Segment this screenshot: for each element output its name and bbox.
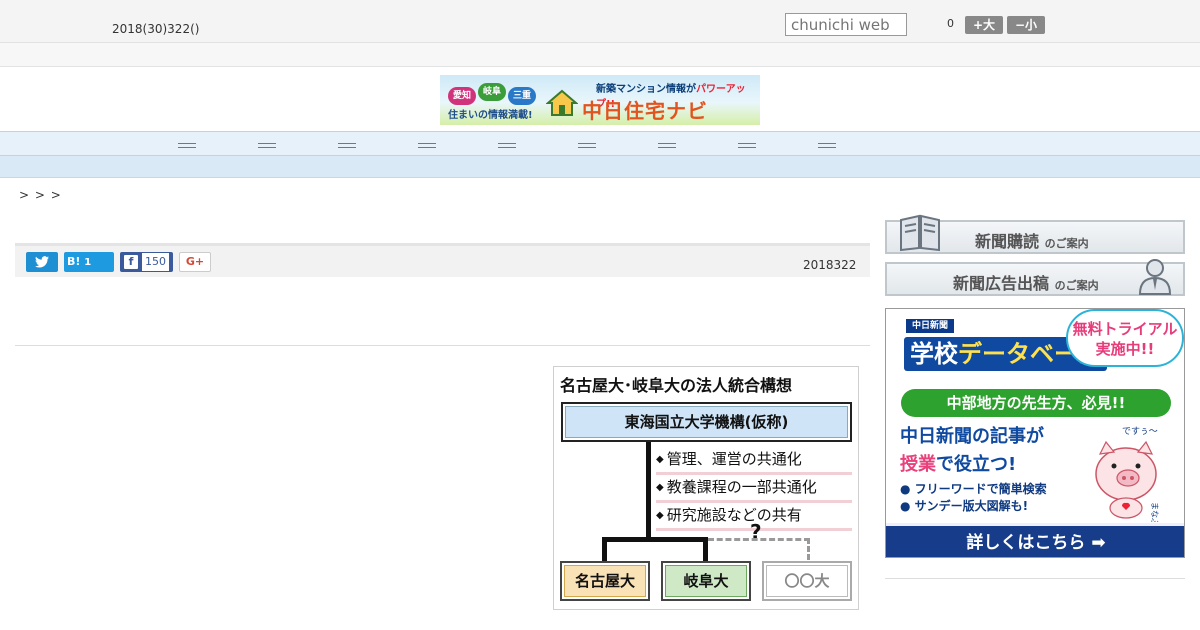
- ad-body: 中日新聞の記事が 授業で役立つ!: [900, 426, 1044, 475]
- nav-item-1[interactable]: [178, 136, 202, 150]
- nav-item-4[interactable]: [418, 136, 442, 150]
- hatena-bookmark-button[interactable]: B! 1: [64, 252, 114, 272]
- ad-subtitle: 中部地方の先生方、必見!!: [901, 389, 1171, 417]
- header-date: 2018(30)322(): [112, 22, 200, 36]
- banner-pref-gifu: 岐阜: [478, 83, 506, 101]
- figure-branch-leg: [602, 537, 607, 561]
- facebook-share-button[interactable]: f 150: [120, 252, 173, 272]
- divider: [15, 345, 870, 346]
- figure-bullet: 管理、運営の共通化: [656, 447, 852, 475]
- top-bar: 2018(30)322() 0 +大 −小: [0, 0, 1200, 43]
- nav-item-3[interactable]: [338, 136, 362, 150]
- sidebar-divider: [885, 578, 1185, 579]
- ad-trial-badge: 無料トライアル 実施中!!: [1066, 309, 1184, 367]
- businessman-icon: [1138, 259, 1172, 295]
- figure-member-nagoya: 名古屋大: [560, 561, 650, 601]
- share-bar: B! 1 f 150 G+ 2018322: [15, 243, 870, 277]
- banner-title: 中日住宅ナビ: [582, 99, 708, 123]
- banner-pref-mie: 三重: [508, 87, 536, 105]
- ad-details-button[interactable]: 詳しくはこちら ➡: [886, 523, 1184, 557]
- nav-item-7[interactable]: [658, 136, 682, 150]
- housing-navi-banner[interactable]: 愛知 岐阜 三重 住まいの情報満載! 新築マンション情報がパワーアップ!! 中日…: [440, 75, 760, 125]
- article-figure: 名古屋大･岐阜大の法人統合構想 東海国立大学機構(仮称) 管理、運営の共通化 教…: [553, 366, 859, 610]
- svg-text:ですぅ〜: ですぅ〜: [1122, 426, 1158, 437]
- font-size-down-button[interactable]: −小: [1007, 16, 1045, 34]
- google-plus-button[interactable]: G+: [179, 252, 211, 272]
- twitter-icon: [35, 256, 49, 268]
- nav-item-8[interactable]: [738, 136, 762, 150]
- header-strip: [0, 43, 1200, 67]
- subscription-info-button[interactable]: 新聞購読 のご案内: [885, 214, 1185, 254]
- subscription-label: 新聞購読 のご案内: [975, 232, 1089, 251]
- facebook-icon: f: [124, 255, 138, 269]
- banner-tagline: 住まいの情報満載!: [448, 110, 533, 121]
- book-icon: [900, 214, 940, 252]
- figure-organization: 東海国立大学機構(仮称): [565, 406, 848, 438]
- header-count: 0: [947, 17, 954, 30]
- figure-dashed-branch: [708, 538, 810, 541]
- school-database-ad[interactable]: 中日新聞 学校データベース 無料トライアル 実施中!! 中部地方の先生方、必見!!…: [885, 308, 1185, 558]
- search-input[interactable]: [785, 13, 907, 36]
- facebook-count: 150: [142, 253, 169, 271]
- nav-item-5[interactable]: [498, 136, 522, 150]
- pig-mascot-icon: ですぅ〜 まなぶぅ: [1095, 426, 1159, 522]
- figure-bullet-list: 管理、運営の共通化 教養課程の一部共通化 研究施設などの共有: [656, 447, 852, 531]
- figure-branch-line: [602, 537, 708, 542]
- sub-nav: [0, 156, 1200, 178]
- ad-logo: 中日新聞: [906, 319, 954, 333]
- svg-text:まなぶぅ: まなぶぅ: [1150, 502, 1159, 522]
- figure-bullet: 教養課程の一部共通化: [656, 475, 852, 503]
- font-size-up-button[interactable]: +大: [965, 16, 1003, 34]
- figure-member-gifu: 岐阜大: [661, 561, 751, 601]
- article-date: 2018322: [803, 258, 857, 272]
- ad-feature-list: ● フリーワードで簡単検索 ● サンデー版大図解も!: [900, 482, 1047, 513]
- main-nav: [0, 131, 1200, 156]
- nav-item-9[interactable]: [818, 136, 842, 150]
- figure-connector-line: [646, 442, 651, 537]
- banner-pref-aichi: 愛知: [448, 87, 476, 105]
- figure-dashed-leg: [807, 538, 810, 560]
- hatena-count: 1: [84, 257, 92, 268]
- nav-item-2[interactable]: [258, 136, 282, 150]
- house-icon: [546, 89, 578, 116]
- nav-item-6[interactable]: [578, 136, 602, 150]
- advertising-info-button[interactable]: 新聞広告出稿 のご案内: [885, 259, 1185, 296]
- advertising-label: 新聞広告出稿 のご案内: [953, 274, 1099, 293]
- figure-title: 名古屋大･岐阜大の法人統合構想: [560, 376, 793, 395]
- figure-organization-box: 東海国立大学機構(仮称): [561, 402, 852, 442]
- twitter-share-button[interactable]: [26, 252, 58, 272]
- breadcrumb[interactable]: > > >: [19, 188, 62, 202]
- figure-member-unknown: 〇〇大: [762, 561, 852, 601]
- hatena-icon: B!: [67, 255, 81, 268]
